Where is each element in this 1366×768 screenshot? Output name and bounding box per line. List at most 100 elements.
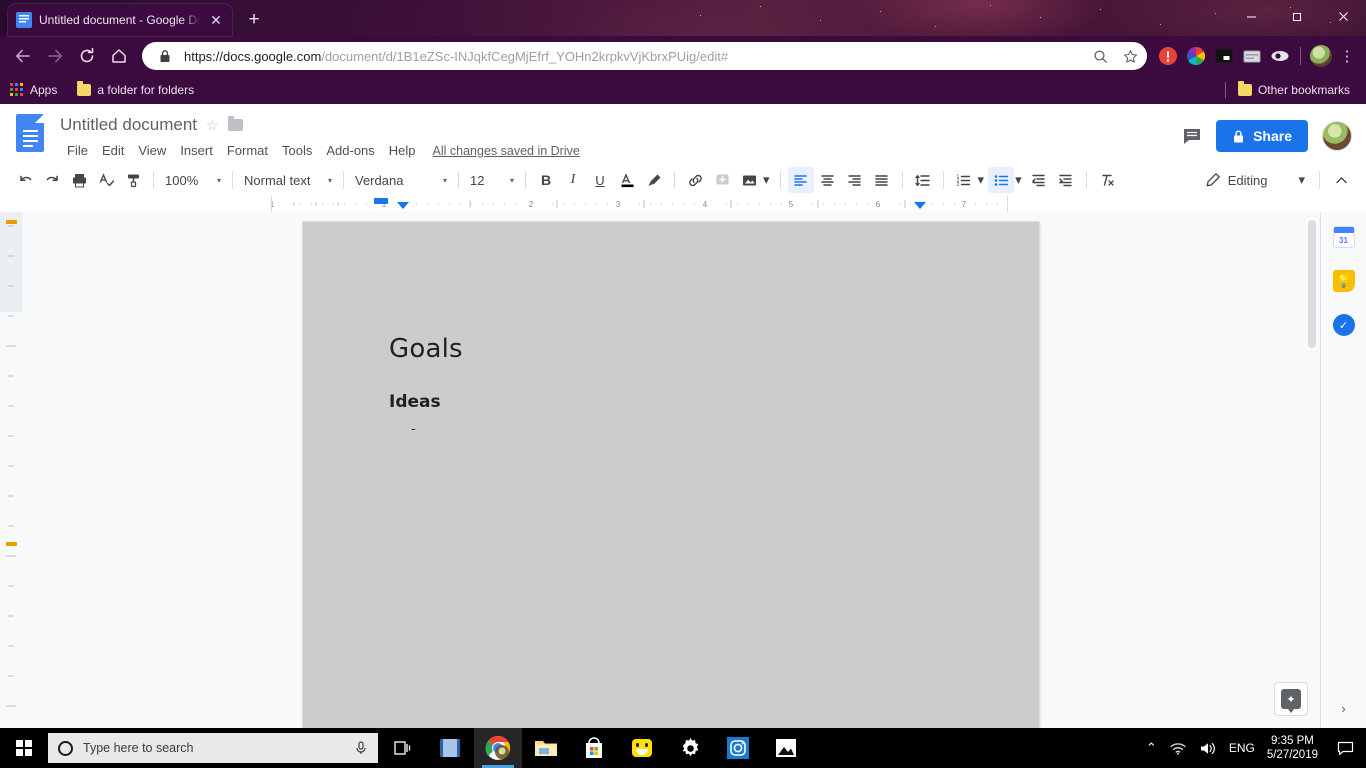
align-center-icon[interactable] [815, 167, 841, 193]
menu-edit[interactable]: Edit [95, 141, 131, 160]
zoom-selector[interactable]: 100% ▾ [161, 167, 225, 193]
horizontal-ruler[interactable]: 1 1 2 3 4 5 6 7 [0, 196, 1366, 212]
align-right-icon[interactable] [842, 167, 868, 193]
other-bookmarks-button[interactable]: Other bookmarks [1232, 81, 1356, 99]
insert-image-icon[interactable] [736, 167, 762, 193]
bookmark-item[interactable]: a folder for folders [71, 81, 200, 99]
menu-help[interactable]: Help [382, 141, 423, 160]
vertical-ruler[interactable] [0, 212, 22, 728]
menu-file[interactable]: File [60, 141, 95, 160]
google-calendar-icon[interactable]: 31 [1332, 226, 1355, 248]
link-icon[interactable] [682, 167, 708, 193]
volume-icon[interactable] [1199, 741, 1217, 756]
chrome-menu-button[interactable]: ⋮ [1336, 49, 1358, 64]
microphone-icon[interactable] [354, 740, 368, 756]
minimize-button[interactable] [1228, 0, 1274, 32]
menu-view[interactable]: View [131, 141, 173, 160]
explore-button[interactable]: ✦ [1274, 682, 1308, 716]
paragraph-style-selector[interactable]: Normal text ▾ [240, 167, 336, 193]
photos-icon[interactable] [762, 728, 810, 768]
redo-button[interactable] [39, 167, 65, 193]
show-hidden-icons-button[interactable]: ⌃ [1146, 740, 1157, 756]
keyboard-extension-icon[interactable] [1239, 43, 1265, 69]
align-justify-icon[interactable] [869, 167, 895, 193]
highlight-color-button[interactable] [641, 167, 667, 193]
star-icon[interactable]: ☆ [206, 117, 219, 134]
clear-formatting-icon[interactable] [1094, 167, 1120, 193]
document-heading[interactable]: Goals [389, 334, 1039, 364]
google-chrome-icon[interactable] [474, 728, 522, 768]
font-size-selector[interactable]: 12 ▾ [466, 167, 518, 193]
notifications-icon[interactable] [1330, 741, 1360, 756]
add-comment-icon[interactable] [709, 167, 735, 193]
instagram-icon[interactable] [714, 728, 762, 768]
windows-start-icon[interactable] [0, 728, 48, 768]
google-keep-icon[interactable]: 💡 [1332, 270, 1355, 292]
document-bullet-item[interactable]: - [411, 422, 1039, 437]
settings-gear-icon[interactable] [666, 728, 714, 768]
document-page[interactable]: Goals Ideas - [303, 222, 1039, 728]
editing-mode-selector[interactable]: Editing ▾ [1199, 167, 1311, 193]
close-tab-icon[interactable]: ✕ [208, 13, 224, 27]
file-explorer-icon[interactable] [522, 728, 570, 768]
chevron-down-icon[interactable]: ▾ [763, 172, 770, 188]
menu-addons[interactable]: Add-ons [319, 141, 381, 160]
google-tasks-icon[interactable]: ✓ [1332, 314, 1355, 336]
paint-format-icon[interactable] [120, 167, 146, 193]
share-button[interactable]: Share [1216, 120, 1308, 152]
numbered-list-icon[interactable]: 123 [951, 167, 977, 193]
back-button[interactable] [8, 41, 38, 71]
move-to-folder-icon[interactable] [227, 116, 243, 131]
maximize-button[interactable] [1274, 0, 1320, 32]
clock[interactable]: 9:35 PM 5/27/2019 [1267, 734, 1318, 763]
increase-indent-icon[interactable] [1053, 167, 1079, 193]
print-icon[interactable] [66, 167, 92, 193]
profile-avatar[interactable] [1308, 43, 1334, 69]
home-button[interactable] [104, 41, 134, 71]
line-spacing-icon[interactable] [910, 167, 936, 193]
chevron-down-icon[interactable]: ▾ [1015, 172, 1022, 188]
wifi-icon[interactable] [1169, 741, 1187, 756]
movie-maker-icon[interactable] [426, 728, 474, 768]
eye-extension-icon[interactable] [1267, 43, 1293, 69]
undo-button[interactable] [12, 167, 38, 193]
reload-button[interactable] [72, 41, 102, 71]
bookmark-star-icon[interactable] [1119, 45, 1141, 67]
vertical-scrollbar[interactable] [1308, 220, 1316, 348]
collapse-toolbar-button[interactable] [1328, 167, 1354, 193]
chevron-down-icon[interactable]: ▾ [978, 172, 985, 188]
document-subheading[interactable]: Ideas [389, 392, 1039, 412]
comment-icon[interactable] [1182, 126, 1202, 146]
smiley-app-icon[interactable] [618, 728, 666, 768]
microsoft-store-icon[interactable] [570, 728, 618, 768]
close-window-button[interactable] [1320, 0, 1366, 32]
text-color-button[interactable] [614, 167, 640, 193]
spellcheck-icon[interactable] [93, 167, 119, 193]
task-view-icon[interactable] [378, 728, 426, 768]
document-title[interactable]: Untitled document [60, 115, 197, 135]
menu-format[interactable]: Format [220, 141, 275, 160]
bold-button[interactable]: B [533, 167, 559, 193]
underline-button[interactable]: U [587, 167, 613, 193]
decrease-indent-icon[interactable] [1026, 167, 1052, 193]
menu-tools[interactable]: Tools [275, 141, 319, 160]
google-docs-logo[interactable] [16, 114, 52, 160]
search-zoom-icon[interactable] [1089, 45, 1111, 67]
save-status[interactable]: All changes saved in Drive [433, 144, 580, 158]
font-selector[interactable]: Verdana ▾ [351, 167, 451, 193]
apps-shortcut[interactable]: Apps [10, 83, 57, 97]
browser-tab[interactable]: Untitled document - Google Doc ✕ [8, 4, 232, 36]
forward-button[interactable] [40, 41, 70, 71]
bulleted-list-icon[interactable] [988, 167, 1015, 193]
search-input[interactable]: Type here to search [48, 733, 378, 763]
italic-button[interactable]: I [560, 167, 586, 193]
user-avatar[interactable] [1322, 121, 1352, 151]
address-bar[interactable]: https://docs.google.com/document/d/1B1eZ… [142, 42, 1147, 70]
language-indicator[interactable]: ENG [1229, 741, 1255, 755]
alert-extension-icon[interactable] [1155, 43, 1181, 69]
screen-capture-extension-icon[interactable] [1211, 43, 1237, 69]
color-wheel-extension-icon[interactable] [1183, 43, 1209, 69]
expand-side-panel-button[interactable]: › [1341, 701, 1345, 716]
menu-insert[interactable]: Insert [173, 141, 220, 160]
new-tab-button[interactable]: + [240, 6, 268, 34]
